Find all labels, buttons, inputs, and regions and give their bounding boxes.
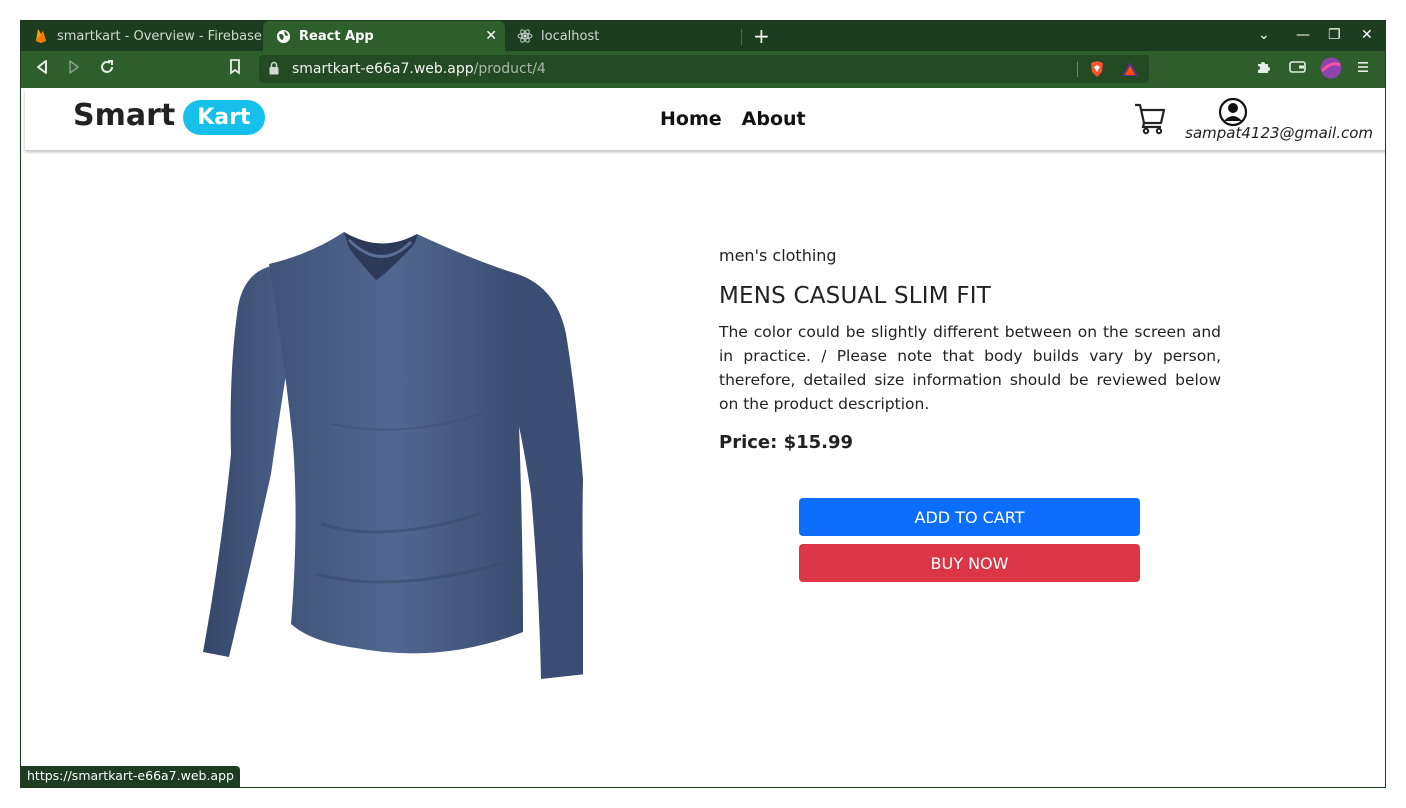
- react-icon: [517, 28, 533, 44]
- brave-rewards-icon[interactable]: [1121, 61, 1139, 81]
- bookmark-icon[interactable]: [229, 59, 241, 80]
- logo-smart-text: Smart: [73, 98, 176, 133]
- nav-links: Home About: [660, 108, 806, 130]
- site-logo[interactable]: Smart Kart: [73, 96, 265, 135]
- extensions-icon[interactable]: [1255, 59, 1271, 80]
- new-tab-icon[interactable]: +: [753, 24, 770, 48]
- reload-icon[interactable]: [99, 59, 115, 80]
- nav-link-about[interactable]: About: [742, 108, 806, 130]
- site-navbar: Smart Kart Home About sampat4123@gmail.c…: [25, 88, 1385, 150]
- menu-icon[interactable]: [1357, 59, 1369, 79]
- profile-avatar-icon[interactable]: [1320, 57, 1342, 84]
- nav-link-home[interactable]: Home: [660, 108, 722, 130]
- tab-firebase[interactable]: smartkart - Overview - Firebase console: [21, 21, 263, 51]
- tab-title: smartkart - Overview - Firebase console: [57, 28, 263, 44]
- minimize-icon[interactable]: —: [1296, 27, 1310, 43]
- logo-kart-badge: Kart: [183, 100, 265, 135]
- url-host: smartkart-e66a7.web.app: [292, 61, 474, 77]
- buy-now-button[interactable]: BUY NOW: [799, 544, 1140, 582]
- product-title: MENS CASUAL SLIM FIT: [719, 283, 991, 309]
- close-tab-icon[interactable]: ✕: [485, 28, 497, 44]
- page-content: Smart Kart Home About sampat4123@gmail.c…: [21, 88, 1385, 787]
- tab-react-app[interactable]: React App ✕: [263, 21, 505, 51]
- tab-localhost[interactable]: localhost: [505, 21, 741, 51]
- address-bar[interactable]: smartkart-e66a7.web.app/product/4: [259, 55, 1149, 83]
- product-details: men's clothing MENS CASUAL SLIM FIT The …: [719, 246, 1221, 582]
- brave-shields-icon[interactable]: [1089, 60, 1105, 82]
- omnibox-divider: [1077, 62, 1078, 77]
- close-window-icon[interactable]: ✕: [1361, 27, 1373, 43]
- restore-icon[interactable]: ❐: [1328, 27, 1341, 43]
- firebase-icon: [33, 28, 49, 44]
- status-bar-url: https://smartkart-e66a7.web.app: [21, 766, 240, 787]
- user-email: sampat4123@gmail.com: [1185, 124, 1373, 142]
- url-path: /product/4: [473, 61, 546, 77]
- globe-icon: [275, 28, 291, 44]
- add-to-cart-button[interactable]: ADD TO CART: [799, 498, 1140, 536]
- back-icon[interactable]: [35, 59, 49, 80]
- wallet-icon[interactable]: [1289, 59, 1306, 79]
- cart-icon[interactable]: [1133, 101, 1167, 135]
- product-price: Price: $15.99: [719, 432, 854, 453]
- tab-bar: smartkart - Overview - Firebase console …: [21, 21, 1385, 51]
- tab-search-chevron-icon[interactable]: ⌄: [1258, 27, 1270, 43]
- user-account-icon[interactable]: [1218, 97, 1248, 127]
- browser-toolbar: smartkart-e66a7.web.app/product/4: [21, 51, 1385, 88]
- tab-divider: [741, 29, 742, 45]
- product-image: [203, 232, 583, 679]
- browser-window: smartkart - Overview - Firebase console …: [20, 20, 1386, 788]
- product-description: The color could be slightly different be…: [719, 323, 1221, 413]
- forward-icon[interactable]: [67, 59, 81, 80]
- product-category: men's clothing: [719, 246, 837, 265]
- tab-title: localhost: [541, 28, 600, 44]
- url-text: smartkart-e66a7.web.app/product/4: [292, 61, 546, 77]
- tab-title: React App: [299, 28, 374, 44]
- lock-icon: [269, 61, 279, 75]
